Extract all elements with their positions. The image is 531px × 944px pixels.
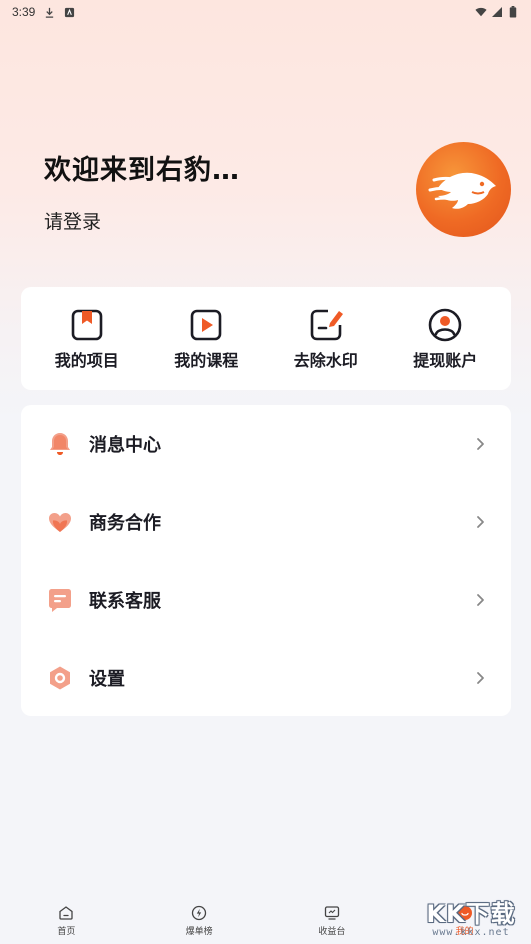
welcome-title: 欢迎来到右豹…: [44, 155, 240, 186]
menu-item-message-center[interactable]: 消息中心: [21, 405, 511, 483]
watermark-text: KK下载: [426, 900, 516, 928]
status-bar: 3:39: [0, 0, 531, 24]
menu-item-label: 消息中心: [89, 435, 161, 456]
battery-icon: [507, 6, 519, 18]
chat-icon: [47, 587, 73, 613]
quick-actions-card: 我的项目 我的课程 去除水印 提现账户: [21, 287, 511, 390]
quick-action-label: 我的课程: [174, 350, 239, 370]
quick-action-label: 提现账户: [413, 350, 478, 370]
status-time: 3:39: [12, 5, 36, 19]
chevron-right-icon: [473, 593, 487, 607]
quick-action-my-courses[interactable]: 我的课程: [151, 307, 261, 371]
tab-label: 爆单榜: [185, 927, 213, 937]
login-link[interactable]: 请登录: [44, 207, 101, 234]
chevron-right-icon: [473, 515, 487, 529]
menu-item-label: 联系客服: [89, 591, 161, 612]
quick-action-label: 我的项目: [54, 350, 119, 370]
notification-app-icon: [63, 6, 75, 18]
tab-hot-list[interactable]: 爆单榜: [133, 905, 265, 937]
chevron-right-icon: [473, 671, 487, 685]
signal-icon: [491, 6, 503, 18]
menu-item-business-cooperation[interactable]: 商务合作: [21, 483, 511, 561]
watermark: KK下载 www.kkx.net: [412, 894, 530, 942]
play-icon: [190, 309, 222, 340]
quick-action-withdraw-account[interactable]: 提现账户: [390, 307, 500, 371]
watermark-url: www.kkx.net: [432, 927, 510, 938]
quick-action-label: 去除水印: [293, 350, 358, 370]
settings-icon: [47, 665, 73, 691]
quick-action-remove-watermark[interactable]: 去除水印: [271, 307, 381, 371]
menu-card: 消息中心 商务合作 联系客服 设置: [21, 405, 511, 716]
menu-item-customer-service[interactable]: 联系客服: [21, 561, 511, 639]
bookmark-icon: [71, 309, 103, 340]
tab-label: 首页: [57, 927, 76, 937]
quick-action-my-projects[interactable]: 我的项目: [32, 307, 142, 371]
tab-home[interactable]: 首页: [0, 905, 132, 937]
menu-item-label: 商务合作: [89, 513, 161, 534]
heart-icon: [47, 509, 73, 535]
wifi-icon: [475, 6, 487, 18]
lightning-icon: [191, 905, 207, 921]
edit-icon: [310, 309, 343, 340]
menu-item-label: 设置: [89, 669, 125, 690]
tab-label: 收益台: [318, 927, 346, 937]
menu-item-settings[interactable]: 设置: [21, 639, 511, 717]
bell-icon: [47, 431, 73, 457]
monitor-icon: [324, 906, 340, 920]
user-icon: [428, 308, 462, 341]
chevron-right-icon: [473, 437, 487, 451]
tab-earnings[interactable]: 收益台: [266, 905, 398, 937]
avatar[interactable]: [416, 142, 511, 237]
home-icon: [59, 906, 74, 920]
leopard-logo-icon: [428, 172, 496, 209]
download-icon: [43, 6, 55, 18]
